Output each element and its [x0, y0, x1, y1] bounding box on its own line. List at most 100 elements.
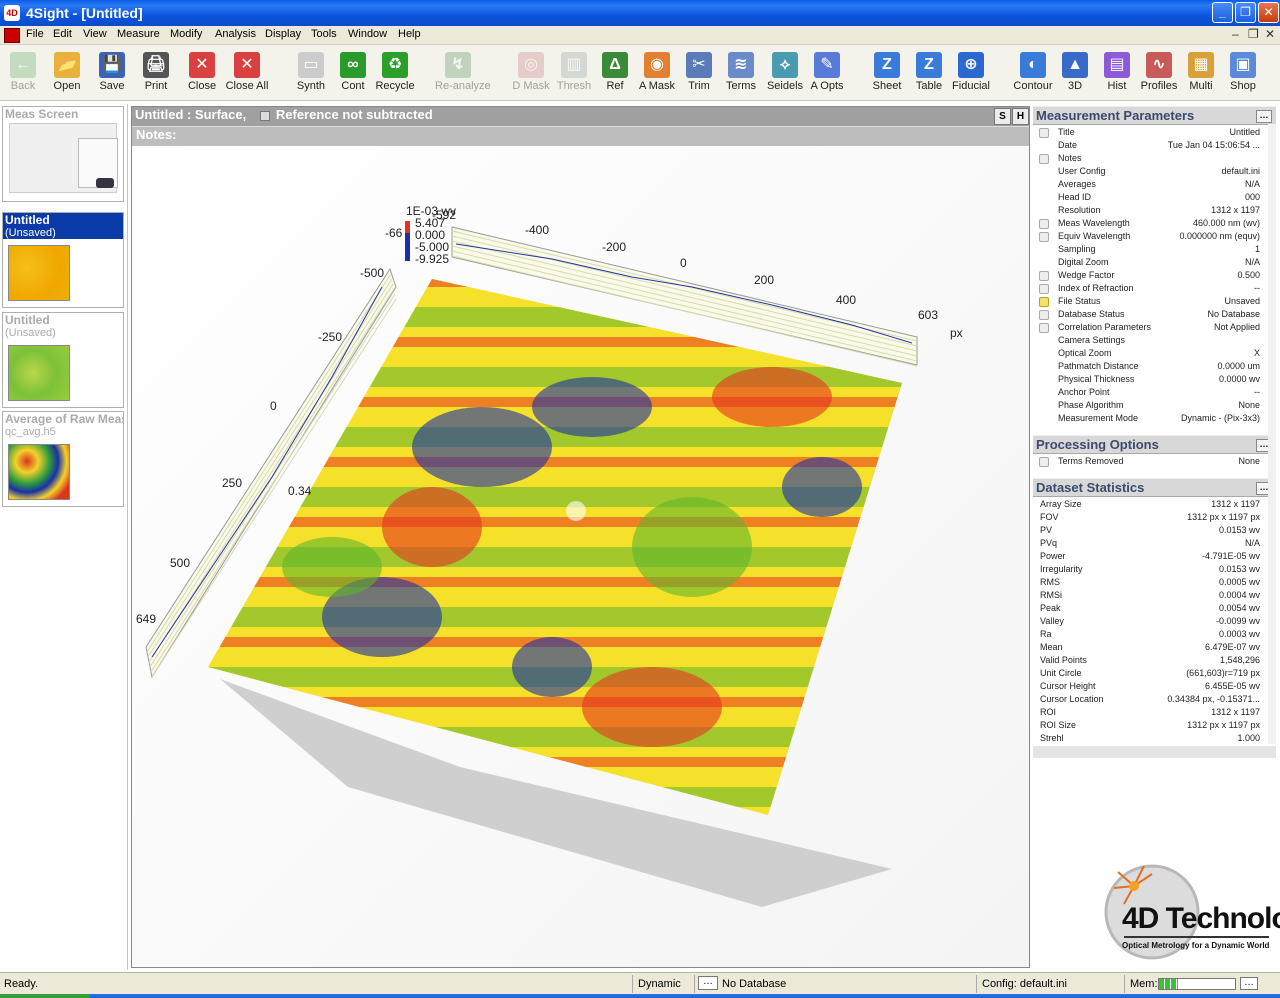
start-button[interactable] — [0, 994, 90, 998]
param-value: N/A — [1244, 257, 1260, 267]
plot-area[interactable]: -592 -400 -200 0 200 400 603 px -66 -500 -250 0 250 5… — [132, 147, 1029, 967]
toolbar-fiducial-button[interactable]: ⊕ Fiducial — [948, 49, 994, 97]
reference-checkbox[interactable] — [259, 110, 270, 121]
menu-analysis[interactable]: Analysis — [215, 28, 256, 40]
status-mem-label: Mem: — [1130, 978, 1158, 990]
param-value: 0.0153 wv — [1218, 564, 1260, 574]
param-name: Digital Zoom — [1058, 257, 1109, 267]
thumbnail-average-raw[interactable]: Average of Raw Meas qc_avg.h5 — [2, 411, 124, 507]
thumbnail-untitled-2[interactable]: Untitled (Unsaved) — [2, 312, 124, 408]
mdi-minimize-icon[interactable]: – — [1232, 27, 1239, 41]
param-checkbox[interactable] — [1039, 219, 1049, 229]
maximize-button[interactable]: ❐ — [1235, 2, 1256, 23]
close-window-button[interactable]: ✕ — [1258, 2, 1279, 23]
toolbar-a-mask-button[interactable]: ◉ A Mask — [634, 49, 680, 97]
param-row: Notes — [1033, 152, 1276, 165]
toolbar-profiles-button[interactable]: ∿ Profiles — [1136, 49, 1182, 97]
param-checkbox[interactable] — [1039, 128, 1049, 138]
param-value: 0.0004 wv — [1218, 590, 1260, 600]
toolbar-label: A Mask — [638, 80, 676, 92]
fiducial-icon: ⊕ — [958, 52, 984, 78]
mdi-restore-icon[interactable]: ❐ — [1248, 27, 1259, 41]
menu-modify[interactable]: Modify — [170, 28, 202, 40]
toolbar-ref-button[interactable]: Δ Ref — [592, 49, 638, 97]
toolbar-thresh-button[interactable]: ▥ Thresh — [551, 49, 597, 97]
menu-measure[interactable]: Measure — [117, 28, 160, 40]
surface-preview — [8, 345, 70, 401]
y-tick-label: 250 — [222, 476, 242, 490]
menu-window[interactable]: Window — [348, 28, 387, 40]
menu-help[interactable]: Help — [398, 28, 421, 40]
menu-file[interactable]: File — [26, 28, 44, 40]
menu-display[interactable]: Display — [265, 28, 301, 40]
more-options-button[interactable]: … — [1256, 110, 1272, 123]
database-button[interactable]: … — [698, 976, 718, 990]
toolbar-d-mask-button[interactable]: ◎ D Mask — [508, 49, 554, 97]
toolbar-recycle-button[interactable]: ♻ Recycle — [372, 49, 418, 97]
toolbar-seidels-button[interactable]: ⟡ Seidels — [762, 49, 808, 97]
toolbar-cont-button[interactable]: ∞ Cont — [330, 49, 376, 97]
surface-preview — [8, 245, 70, 301]
toolbar-3d-button[interactable]: ▲ 3D — [1052, 49, 1098, 97]
terms-icon: ≋ — [728, 52, 754, 78]
param-value: None — [1238, 456, 1260, 466]
param-checkbox[interactable] — [1039, 284, 1049, 294]
thumbnail-meas-screen[interactable]: Meas Screen — [2, 106, 124, 202]
surface-region — [512, 637, 592, 697]
notes-bar: Notes: — [132, 126, 1029, 146]
toolbar-a-opts-button[interactable]: ✎ A Opts — [804, 49, 850, 97]
thumbnail-untitled-1[interactable]: Untitled (Unsaved) — [2, 212, 124, 308]
x-tick-label: -200 — [602, 240, 626, 254]
param-row: RMS 0.0005 wv — [1033, 576, 1276, 589]
menu-edit[interactable]: Edit — [53, 28, 72, 40]
y-tick-label: 500 — [170, 556, 190, 570]
toolbar-print-button[interactable]: 🖨 Print — [133, 49, 179, 97]
toolbar: ← Back 📂 Open 💾 Save 🖨 Print ✕ Close ✕ Close All ▭ Sy… — [0, 45, 1280, 101]
memory-button[interactable]: … — [1240, 977, 1258, 990]
histogram-icon: ▤ — [1104, 52, 1130, 78]
mdi-close-icon[interactable]: ✕ — [1265, 27, 1275, 41]
param-name: PVq — [1040, 538, 1058, 548]
document-icon[interactable] — [4, 28, 20, 43]
param-name: Mean — [1040, 642, 1063, 652]
param-checkbox[interactable] — [1039, 271, 1049, 281]
param-checkbox[interactable] — [1039, 154, 1049, 164]
toolbar-terms-button[interactable]: ≋ Terms — [718, 49, 764, 97]
toolbar-close-button[interactable]: ✕ Close — [179, 49, 225, 97]
toolbar-shop-button[interactable]: ▣ Shop — [1220, 49, 1266, 97]
minimize-button[interactable]: _ — [1212, 2, 1233, 23]
toolbar-table-button[interactable]: Z Table — [906, 49, 952, 97]
param-checkbox[interactable] — [1039, 310, 1049, 320]
param-checkbox[interactable] — [1039, 297, 1049, 307]
surface-3d-plot[interactable]: -592-400-2000200400603px-66-500-25002505… — [132, 147, 1029, 967]
toolbar-open-button[interactable]: 📂 Open — [44, 49, 90, 97]
toolbar-close-all-button[interactable]: ✕ Close All — [224, 49, 270, 97]
param-row: Cursor Location 0.34384 px, -0.15371... — [1033, 693, 1276, 706]
toolbar-save-button[interactable]: 💾 Save — [89, 49, 135, 97]
toolbar-sheet-button[interactable]: Z Sheet — [864, 49, 910, 97]
status-config: Config: default.ini — [982, 978, 1067, 990]
param-row: Physical Thickness 0.0000 wv — [1033, 373, 1276, 386]
toolbar-back-button[interactable]: ← Back — [0, 49, 46, 97]
color-scale-high — [405, 221, 410, 233]
toolbar-multi-button[interactable]: ▦ Multi — [1178, 49, 1224, 97]
param-value: 1.000 — [1237, 733, 1260, 743]
h-button[interactable]: H — [1012, 108, 1029, 125]
param-checkbox[interactable] — [1039, 232, 1049, 242]
param-name: Valley — [1040, 616, 1064, 626]
view-title: Untitled : Surface, — [135, 107, 247, 122]
toolbar-trim-button[interactable]: ✂ Trim — [676, 49, 722, 97]
toolbar-synth-button[interactable]: ▭ Synth — [288, 49, 334, 97]
param-row: Wedge Factor 0.500 — [1033, 269, 1276, 282]
menu-tools[interactable]: Tools — [311, 28, 337, 40]
toolbar-label: Synth — [296, 80, 326, 92]
param-checkbox[interactable] — [1039, 457, 1049, 467]
menu-view[interactable]: View — [83, 28, 107, 40]
toolbar-hist-button[interactable]: ▤ Hist — [1094, 49, 1140, 97]
surface-preview — [8, 444, 70, 500]
toolbar-re-analyze-button[interactable]: ↯ Re-analyze — [435, 49, 491, 97]
toolbar-contour-button[interactable]: ◐ Contour — [1010, 49, 1056, 97]
param-checkbox[interactable] — [1039, 323, 1049, 333]
s-button[interactable]: S — [994, 108, 1011, 125]
panel-scrollbar[interactable] — [1268, 124, 1276, 744]
